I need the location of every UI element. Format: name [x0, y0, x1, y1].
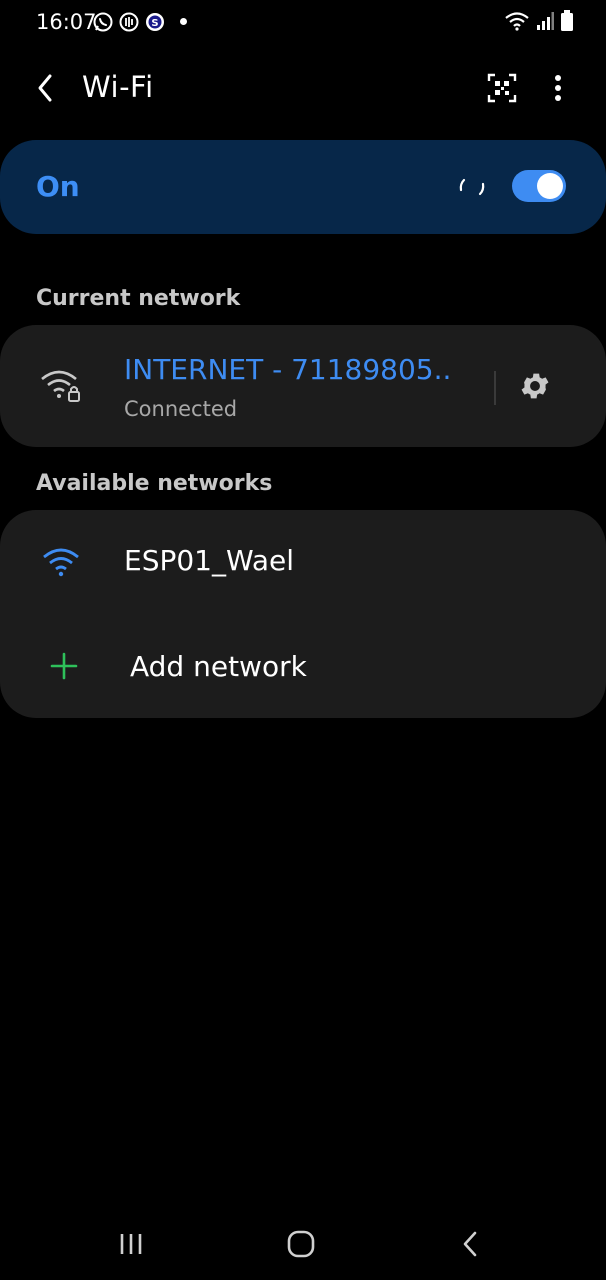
wifi-state-label: On: [36, 170, 80, 203]
audio-icon: [119, 12, 139, 32]
back-button[interactable]: [30, 70, 62, 106]
wifi-secured-icon: [41, 370, 80, 402]
current-network-status: Connected: [124, 397, 238, 421]
battery-icon: [561, 10, 573, 31]
available-networks-card: ESP01_Wael Add network: [0, 510, 606, 718]
status-time: 16:07: [36, 10, 97, 34]
signal-icon: [537, 12, 554, 30]
network-ssid: ESP01_Wael: [124, 544, 295, 577]
notification-dot: [180, 18, 187, 25]
current-network-card[interactable]: INTERNET - 71189805.. Connected: [0, 325, 606, 447]
app-header: Wi-Fi: [0, 56, 606, 120]
page-title: Wi-Fi: [82, 70, 154, 104]
toggle-knob: [537, 173, 563, 199]
recent-apps-icon[interactable]: [118, 1232, 144, 1256]
current-network-ssid: INTERNET - 71189805..: [124, 353, 452, 386]
status-bar: 16:07 S: [0, 0, 606, 46]
more-options-button[interactable]: [544, 70, 572, 106]
add-network-label: Add network: [130, 650, 307, 683]
add-network-button[interactable]: Add network: [0, 614, 606, 718]
network-item-esp01[interactable]: ESP01_Wael: [0, 510, 606, 614]
svg-text:S: S: [151, 18, 158, 29]
current-network-header: Current network: [36, 286, 241, 311]
wifi-master-switch-bar[interactable]: On: [0, 140, 606, 234]
qr-scan-icon[interactable]: [486, 72, 518, 104]
wifi-status-icon: [505, 12, 529, 31]
system-navigation-bar: [0, 1212, 606, 1280]
scanning-spinner-icon: [459, 178, 485, 196]
wifi-toggle[interactable]: [512, 170, 566, 202]
system-status-icons: [504, 10, 574, 32]
whatsapp-icon: [93, 12, 113, 32]
available-networks-header: Available networks: [36, 471, 273, 496]
notification-icons: S: [92, 11, 166, 33]
shazam-icon: S: [146, 13, 164, 31]
wifi-signal-icon: [43, 548, 79, 577]
plus-icon: [50, 652, 78, 680]
vertical-divider: [494, 371, 496, 405]
back-nav-icon[interactable]: [458, 1230, 482, 1258]
home-icon[interactable]: [286, 1230, 316, 1258]
gear-icon[interactable]: [518, 369, 552, 403]
